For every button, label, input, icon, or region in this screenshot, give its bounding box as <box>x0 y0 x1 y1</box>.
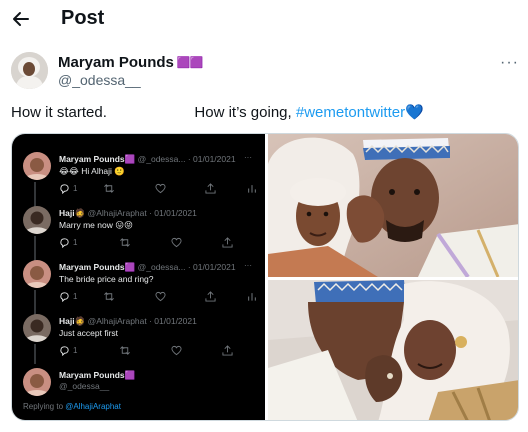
thread-entry-meta: @_odessa... · 01/01/2021 <box>137 262 236 272</box>
thread-entry-header: Haji🧔 @AlhajiAraphat · 01/01/2021 <box>59 316 197 327</box>
name-emoji: 🟪🟪 <box>176 57 203 69</box>
couple-photo-bottom[interactable] <box>268 280 518 420</box>
share-icon <box>205 183 216 194</box>
reply-icon <box>60 184 69 194</box>
retweet-icon <box>104 292 114 301</box>
thread-entry-meta: @AlhajiAraphat · 01/01/2021 <box>87 316 197 326</box>
couple-photo-top[interactable] <box>268 134 518 279</box>
share-icon <box>222 345 233 356</box>
reply-icon <box>60 346 69 356</box>
mini-avatar <box>23 152 51 180</box>
stats-icon <box>248 293 256 301</box>
avatar[interactable] <box>11 52 48 89</box>
like-icon <box>155 291 166 302</box>
thread-entry-more: ··· <box>244 261 252 270</box>
mini-avatar <box>23 206 51 234</box>
tweet-text-part2: How it’s going, <box>194 104 296 121</box>
thread-line <box>34 344 36 364</box>
replying-to-handle: @AlhajiAraphat <box>65 402 121 411</box>
heart-emoji: 💙 <box>405 104 424 121</box>
thread-entry-header: Maryam Pounds🟪 @_odessa... · 01/01/2021 <box>59 262 236 273</box>
share-icon <box>222 237 233 248</box>
thread-entry-badge: 🧔 <box>74 316 86 326</box>
thread-entry-badge: 🟪 <box>124 370 136 380</box>
thread-entry-header: Maryam Pounds🟪 @_odessa... · 01/01/2021 <box>59 154 236 165</box>
replying-to: Replying to @AlhajiAraphat <box>23 402 121 411</box>
hashtag-link[interactable]: #wemetontwitter <box>296 104 405 121</box>
thread-entry-actions: 1 <box>59 291 259 303</box>
retweet-icon <box>120 346 130 355</box>
reply-icon <box>60 238 69 248</box>
thread-entry-handle: @_odessa__ <box>59 381 110 391</box>
mini-avatar <box>23 260 51 288</box>
author-name-text: Maryam Pounds <box>58 54 174 71</box>
retweet-icon <box>104 184 114 193</box>
thread-entry-text: The bride price and ring? <box>59 274 154 284</box>
back-arrow-icon[interactable] <box>11 9 31 29</box>
thread-entry-actions: 1 <box>59 237 259 249</box>
thread-entry-name: Haji <box>59 208 75 218</box>
thread-entry-name: Maryam Pounds <box>59 262 125 272</box>
reply-count: 1 <box>73 184 78 193</box>
thread-entry-meta: @AlhajiAraphat · 01/01/2021 <box>87 208 197 218</box>
thread-entry-badge: 🟪 <box>124 154 136 164</box>
top-bar: Post <box>0 0 528 38</box>
page-title: Post <box>61 7 105 29</box>
mini-avatar <box>23 314 51 342</box>
thread-entry-actions: 1 <box>59 345 259 357</box>
like-icon <box>171 345 182 356</box>
thread-entry-badge: 🟪 <box>124 262 136 272</box>
thread-entry-name: Maryam Pounds <box>59 154 125 164</box>
thread-entry-header: Haji🧔 @AlhajiAraphat · 01/01/2021 <box>59 208 197 219</box>
author-handle[interactable]: @_odessa__ <box>58 72 141 88</box>
thread-entry-text: Marry me now 😛😝 <box>59 220 133 230</box>
thread-entry-name: Maryam Pounds <box>59 370 125 380</box>
stats-icon <box>248 185 256 193</box>
thread-entry-actions: 1 <box>59 183 259 195</box>
share-icon <box>205 291 216 302</box>
thread-screenshot[interactable]: Maryam Pounds🟪 @_odessa... · 01/01/2021 … <box>12 134 265 420</box>
reply-count: 1 <box>73 238 78 247</box>
tweet-text-gap <box>107 104 195 121</box>
tweet-text: How it started. How it’s going, #wemeton… <box>11 103 424 123</box>
like-icon <box>155 183 166 194</box>
thread-entry-text: 😂😂 Hi Alhaji 🙂 <box>59 166 125 176</box>
thread-entry-name: Haji <box>59 316 75 326</box>
author-name[interactable]: Maryam Pounds 🟪🟪 <box>58 54 203 71</box>
media-grid[interactable]: Maryam Pounds🟪 @_odessa... · 01/01/2021 … <box>11 133 519 421</box>
more-icon[interactable]: ··· <box>500 54 519 72</box>
thread-entry-badge: 🧔 <box>74 208 86 218</box>
tweet-text-part1: How it started. <box>11 104 107 121</box>
replying-to-prefix: Replying to <box>23 402 66 411</box>
thread-entry-header: Maryam Pounds🟪 <box>59 370 135 381</box>
thread-entry-text: Just accept first <box>59 328 119 338</box>
reply-count: 1 <box>73 292 78 301</box>
retweet-icon <box>120 238 130 247</box>
thread-entry-meta: @_odessa... · 01/01/2021 <box>137 154 236 164</box>
reply-icon <box>60 292 69 302</box>
mini-avatar <box>23 368 51 396</box>
reply-count: 1 <box>73 346 78 355</box>
thread-entry-more: ··· <box>244 153 252 162</box>
like-icon <box>171 237 182 248</box>
